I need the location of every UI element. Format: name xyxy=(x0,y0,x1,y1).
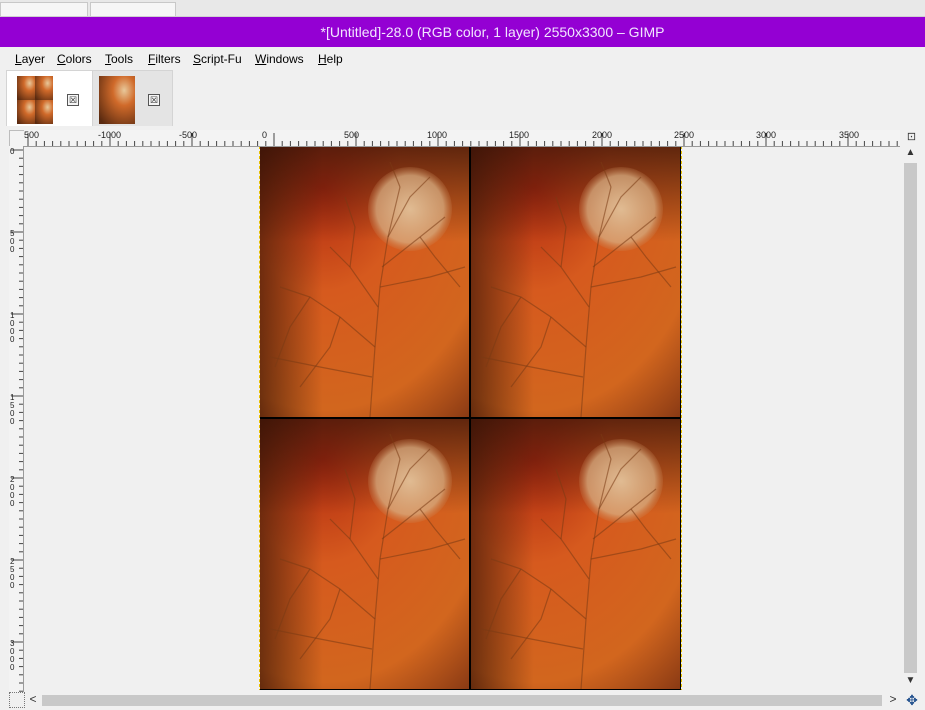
scroll-down-icon[interactable]: ▼ xyxy=(902,675,919,689)
scroll-thumb[interactable] xyxy=(42,695,882,706)
ruler-label: 1000 xyxy=(427,130,448,140)
scroll-thumb[interactable] xyxy=(904,163,917,673)
ruler-label: 500 xyxy=(344,130,360,140)
image-tabs: ☒ ☒ xyxy=(0,70,925,126)
scroll-right-icon[interactable]: > xyxy=(886,692,900,708)
close-tab-icon[interactable]: ☒ xyxy=(148,94,160,106)
image-tile xyxy=(471,419,680,689)
background-window-tabs xyxy=(0,0,925,17)
image-tile xyxy=(260,147,469,417)
ruler-label: 1000 xyxy=(10,311,15,344)
navigate-icon[interactable]: ✥ xyxy=(904,692,920,708)
image-canvas[interactable] xyxy=(24,147,902,690)
menu-windows[interactable]: Windows xyxy=(255,52,304,66)
ruler-label: 0 xyxy=(262,130,268,140)
background-tab[interactable] xyxy=(90,2,176,16)
scroll-left-icon[interactable]: < xyxy=(26,692,40,708)
horizontal-ruler[interactable]: -1500 -1000 -500 0 500 1000 1500 2000 25… xyxy=(24,130,900,147)
menu-tools[interactable]: Tools xyxy=(105,52,133,66)
image-tab-tiled[interactable]: ☒ xyxy=(6,70,93,126)
ruler-label: 3000 xyxy=(756,130,777,140)
ruler-label: 1500 xyxy=(509,130,530,140)
ruler-label: 500 xyxy=(10,229,15,254)
menu-script-fu[interactable]: Script-Fu xyxy=(193,52,242,66)
ruler-label: 0 xyxy=(10,147,15,156)
image-tile xyxy=(471,147,680,417)
close-tab-icon[interactable]: ☒ xyxy=(67,94,79,106)
menu-help[interactable]: Help xyxy=(318,52,343,66)
ruler-label: 2000 xyxy=(592,130,613,140)
background-tab[interactable] xyxy=(0,2,88,16)
vertical-scrollbar[interactable]: ▲ ▼ xyxy=(902,147,919,690)
ruler-label: 1500 xyxy=(10,393,15,426)
window-title: *[Untitled]-28.0 (RGB color, 1 layer) 25… xyxy=(320,24,665,40)
ruler-toggle-icon[interactable] xyxy=(9,130,25,147)
ruler-label: 2000 xyxy=(10,475,15,508)
ruler-label: -1500 xyxy=(24,130,40,140)
menu-colors[interactable]: Colors xyxy=(57,52,92,66)
image-tab-single[interactable]: ☒ xyxy=(92,70,173,126)
menu-bar: Layer Colors Tools Filters Script-Fu Win… xyxy=(0,48,925,70)
menu-filters[interactable]: Filters xyxy=(148,52,181,66)
horizontal-scrollbar[interactable]: < > xyxy=(24,692,902,708)
ruler-label: -500 xyxy=(179,130,198,140)
image-tile xyxy=(260,419,469,689)
window-titlebar: *[Untitled]-28.0 (RGB color, 1 layer) 25… xyxy=(0,17,925,47)
ruler-label: 2500 xyxy=(674,130,695,140)
zoom-icon[interactable]: ⊡ xyxy=(904,130,919,145)
image-thumbnail xyxy=(99,76,135,124)
quick-mask-icon[interactable] xyxy=(9,692,25,708)
menu-layer[interactable]: Layer xyxy=(15,52,45,66)
scroll-up-icon[interactable]: ▲ xyxy=(902,147,919,161)
image-thumbnail xyxy=(17,76,53,124)
image[interactable] xyxy=(260,147,681,690)
ruler-label: 3000 xyxy=(10,639,15,672)
vertical-ruler[interactable]: 0 500 1000 1500 2000 2500 3000 xyxy=(9,146,24,692)
ruler-label: -1000 xyxy=(98,130,122,140)
ruler-label: 3500 xyxy=(839,130,860,140)
ruler-label: 2500 xyxy=(10,557,15,590)
